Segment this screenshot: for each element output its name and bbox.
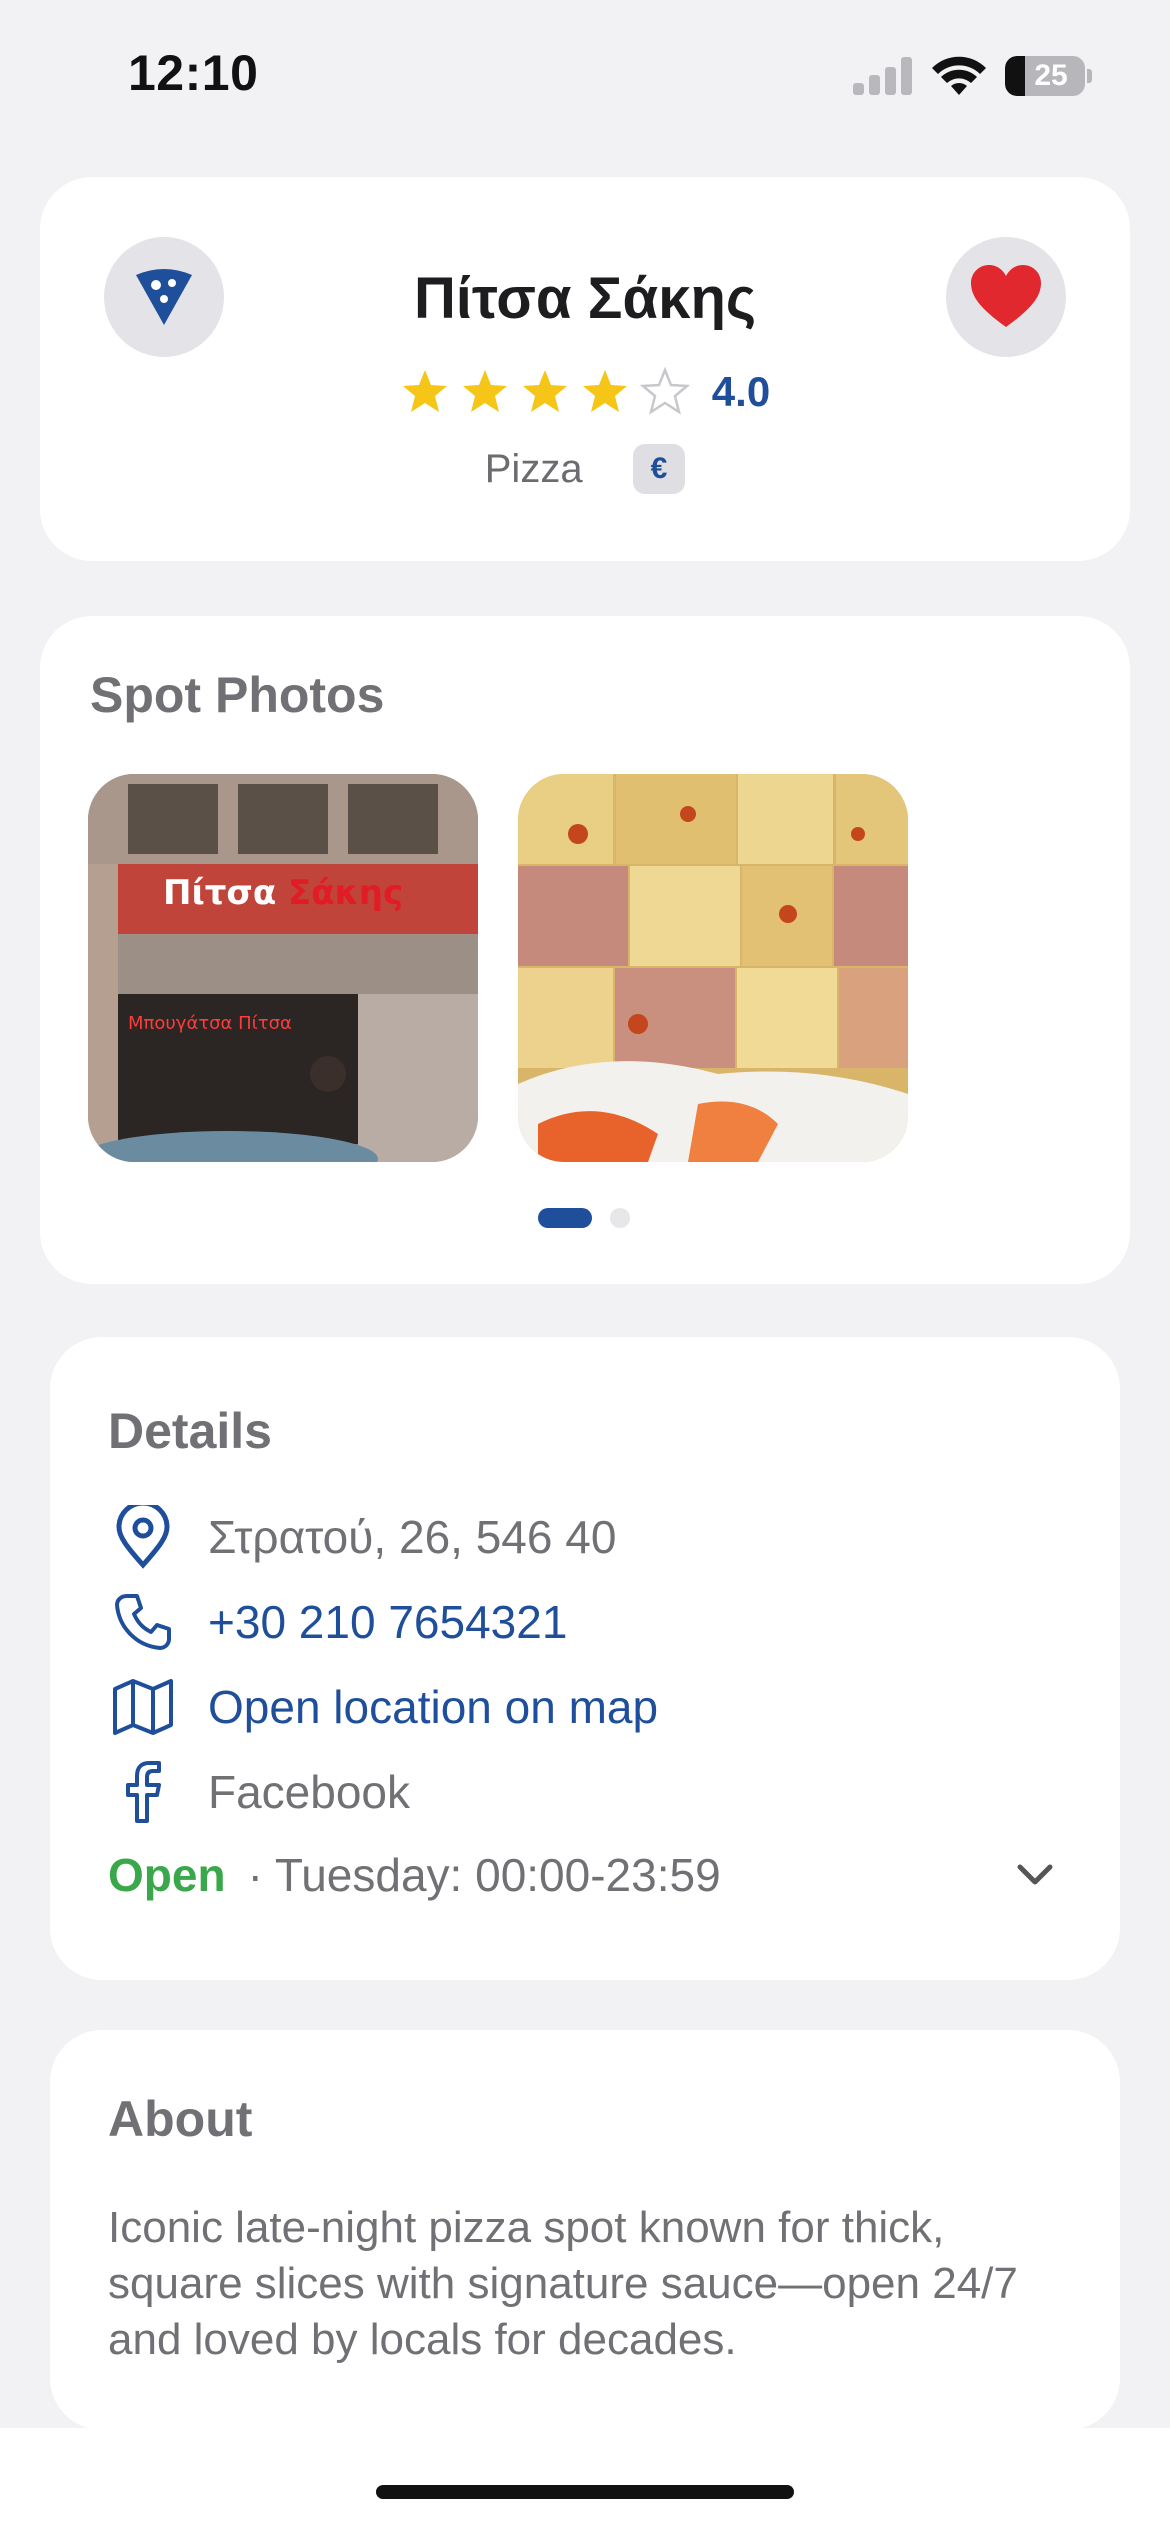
- details-card: Details Στρατού, 26, 546 40 +30 210 7654…: [50, 1337, 1120, 1980]
- heart-icon: [971, 265, 1041, 327]
- wifi-icon: [932, 56, 986, 95]
- star-rating: [400, 367, 690, 417]
- open-status: Open: [108, 1849, 226, 1901]
- facebook-row[interactable]: Facebook: [108, 1757, 410, 1827]
- header-card: Πίτσα Σάκης 4.0 Pizza €: [40, 177, 1130, 561]
- status-icons: 25: [853, 54, 1092, 98]
- chevron-down-icon[interactable]: [1010, 1850, 1060, 1900]
- about-section-title: About: [108, 2091, 253, 2147]
- battery-tip: [1087, 69, 1092, 83]
- facebook-icon: [108, 1757, 178, 1827]
- category-label: Pizza: [484, 446, 583, 491]
- map-icon: [108, 1672, 178, 1742]
- details-section-title: Details: [108, 1403, 272, 1459]
- rating-row: 4.0: [40, 367, 1130, 417]
- about-card: About Iconic late-night pizza spot known…: [50, 2030, 1120, 2430]
- phone-link[interactable]: +30 210 7654321: [208, 1595, 567, 1649]
- address-text: Στρατού, 26, 546 40: [208, 1511, 617, 1563]
- pagination-dot[interactable]: [610, 1208, 630, 1228]
- star-filled-icon: [462, 370, 507, 412]
- facebook-link[interactable]: Facebook: [208, 1765, 410, 1819]
- phone-row[interactable]: +30 210 7654321: [108, 1587, 567, 1657]
- pagination-dot-active[interactable]: [538, 1208, 592, 1228]
- svg-text:Πίτσα: Πίτσα: [163, 873, 276, 913]
- status-bar: 12:10 25: [0, 0, 1170, 150]
- open-map-link[interactable]: Open location on map: [208, 1680, 658, 1734]
- photos-section-title: Spot Photos: [90, 667, 385, 723]
- photos-card: Spot Photos Πίτσα Σάκης Μπουγάτσα Πίτσα: [40, 616, 1130, 1284]
- svg-text:Μπουγάτσα Πίτσα: Μπουγάτσα Πίτσα: [128, 1013, 292, 1034]
- star-empty-icon: [639, 367, 690, 415]
- battery-level: 25: [1034, 59, 1068, 92]
- star-filled-icon: [582, 370, 627, 412]
- star-filled-icon: [402, 370, 447, 412]
- opening-hours-row[interactable]: Open · Tuesday: 00:00-23:59: [108, 1840, 1060, 1910]
- star-filled-icon: [522, 370, 567, 412]
- status-time: 12:10: [128, 45, 259, 101]
- photo-pagination[interactable]: [538, 1208, 630, 1228]
- price-badge: €: [632, 444, 686, 494]
- phone-icon: [108, 1587, 178, 1657]
- meta-row: Pizza €: [40, 444, 1130, 494]
- map-row[interactable]: Open location on map: [108, 1672, 658, 1742]
- location-pin-icon: [108, 1502, 178, 1572]
- battery-icon: 25: [1005, 56, 1085, 96]
- favorite-button[interactable]: [946, 237, 1066, 357]
- cellular-signal-icon: [853, 57, 913, 95]
- home-indicator[interactable]: [376, 2485, 794, 2499]
- spot-detail-screen: 12:10 25 Πίτσα Σάκης 4.0 Pizza € Spot Ph…: [0, 0, 1170, 2532]
- storefront-photo[interactable]: Πίτσα Σάκης Μπουγάτσα Πίτσα: [88, 774, 478, 1162]
- address-row: Στρατού, 26, 546 40: [108, 1502, 616, 1572]
- svg-text:Σάκης: Σάκης: [288, 873, 403, 913]
- pizza-slices-photo[interactable]: [518, 774, 908, 1162]
- rating-value: 4.0: [711, 368, 771, 415]
- about-text: Iconic late-night pizza spot known for t…: [108, 2203, 1018, 2364]
- bottom-safe-area: [0, 2428, 1170, 2532]
- hours-text: · Tuesday: 00:00-23:59: [247, 1849, 721, 1901]
